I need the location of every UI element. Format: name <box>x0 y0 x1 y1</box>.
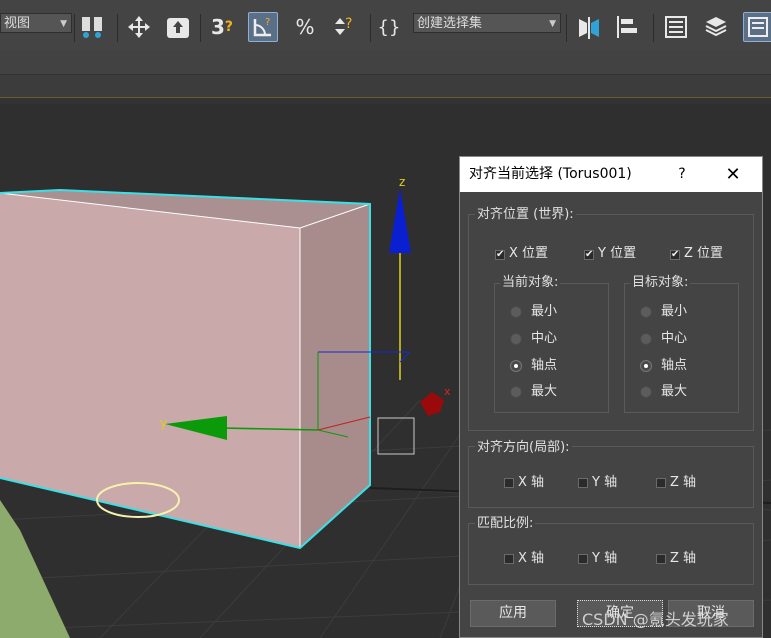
orient-z-checkbox[interactable] <box>656 478 666 488</box>
view-dropdown-value: 视图 <box>4 16 31 31</box>
target-pivot-label: 轴点 <box>661 358 688 373</box>
scale-z-checkbox[interactable] <box>656 554 666 564</box>
scale-x-label: X 轴 <box>518 551 545 566</box>
scene-explorer-icon[interactable] <box>661 12 691 42</box>
scale-x-checkbox[interactable] <box>504 554 514 564</box>
current-center-label: 中心 <box>531 331 558 346</box>
orient-z-label: Z 轴 <box>670 475 697 490</box>
use-pivot-icon[interactable] <box>78 12 108 42</box>
current-object-label: 当前对象: <box>500 275 561 291</box>
target-center-radio[interactable] <box>640 333 652 345</box>
box-front-face[interactable] <box>0 193 300 548</box>
scale-y-checkbox[interactable] <box>578 554 588 564</box>
dialog-titlebar[interactable]: 对齐当前选择 (Torus001) ? ✕ <box>460 157 762 192</box>
z-position-label: Z 位置 <box>684 246 724 261</box>
current-min-radio[interactable] <box>510 306 522 318</box>
current-center-radio[interactable] <box>510 333 522 345</box>
current-pivot-radio[interactable] <box>510 360 522 372</box>
z-axis-cone[interactable] <box>389 188 411 253</box>
align-icon[interactable] <box>612 12 642 42</box>
target-min-radio[interactable] <box>640 306 652 318</box>
target-pivot-radio[interactable] <box>640 360 652 372</box>
svg-text:?: ? <box>265 17 270 28</box>
z-position-checkbox[interactable]: ✔ <box>670 250 680 260</box>
x-position-label: X 位置 <box>509 246 549 261</box>
target-max-label: 最大 <box>661 384 688 399</box>
match-scale-label: 匹配比例: <box>475 516 536 532</box>
edit-named-selection-icon[interactable]: {} <box>374 12 404 42</box>
orient-x-label: X 轴 <box>518 475 545 490</box>
snap-toggle-label: 3 <box>210 15 225 39</box>
spinner-snap-icon[interactable]: ? <box>329 12 359 42</box>
ribbon-strip <box>0 50 771 75</box>
ribbon-strip-lower <box>0 75 771 97</box>
orient-x-checkbox[interactable] <box>504 478 514 488</box>
snap-toggle-icon[interactable]: 3? <box>207 12 237 42</box>
ribbon-toggle-icon[interactable] <box>743 12 771 42</box>
align-position-label: 对齐位置 (世界): <box>475 207 576 223</box>
view-dropdown[interactable]: 视图 ▼ <box>0 13 72 33</box>
z-axis-label: z <box>399 175 405 189</box>
x-axis-cone[interactable] <box>420 392 444 416</box>
target-min-label: 最小 <box>661 304 688 319</box>
watermark: CSDN @氪头发玩家 <box>582 610 729 629</box>
current-pivot-label: 轴点 <box>531 358 558 373</box>
select-move-icon[interactable] <box>124 12 154 42</box>
svg-text:?: ? <box>345 16 352 32</box>
align-orientation-label: 对齐方向(局部): <box>475 440 572 456</box>
viewport-border <box>0 97 771 104</box>
apply-button[interactable]: 应用 <box>470 600 556 627</box>
orient-y-checkbox[interactable] <box>578 478 588 488</box>
y-position-checkbox[interactable]: ✔ <box>584 250 594 260</box>
close-button[interactable]: ✕ <box>718 157 748 192</box>
scale-y-label: Y 轴 <box>592 551 618 566</box>
place-icon[interactable] <box>163 12 193 42</box>
x-position-checkbox[interactable]: ✔ <box>495 250 505 260</box>
percent-snap-icon[interactable]: % <box>290 12 320 42</box>
align-selection-dialog: 对齐当前选择 (Torus001) ? ✕ 对齐位置 (世界): ✔ X 位置 … <box>459 156 763 638</box>
selection-set-value: 创建选择集 <box>417 16 483 31</box>
y-position-label: Y 位置 <box>598 246 637 261</box>
target-center-label: 中心 <box>661 331 688 346</box>
current-min-label: 最小 <box>531 304 558 319</box>
current-max-radio[interactable] <box>510 386 522 398</box>
angle-snap-icon[interactable]: ? <box>248 12 278 42</box>
main-toolbar: 视图 ▼ 3? ? % ? {} 创建选择集 ▼ <box>0 0 771 51</box>
target-max-radio[interactable] <box>640 386 652 398</box>
help-button[interactable]: ? <box>672 157 692 192</box>
chevron-down-icon: ▼ <box>60 19 67 29</box>
x-axis-label: x <box>444 385 451 398</box>
selection-set-dropdown[interactable]: 创建选择集 ▼ <box>413 13 561 33</box>
current-max-label: 最大 <box>531 384 558 399</box>
y-axis-label: y <box>160 416 167 430</box>
target-object-label: 目标对象: <box>630 275 691 291</box>
mirror-icon[interactable] <box>574 12 604 42</box>
scale-z-label: Z 轴 <box>670 551 697 566</box>
orient-y-label: Y 轴 <box>592 475 618 490</box>
dialog-title: 对齐当前选择 (Torus001) <box>469 166 632 182</box>
layer-explorer-icon[interactable] <box>701 12 731 42</box>
box-side-face[interactable] <box>300 204 370 548</box>
ground-plane <box>0 500 70 638</box>
chevron-down-icon: ▼ <box>549 19 556 29</box>
